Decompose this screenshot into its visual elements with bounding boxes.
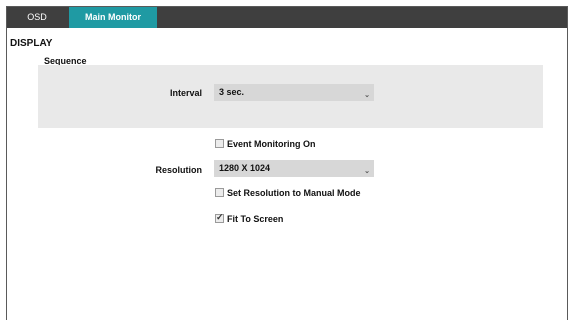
chevron-down-icon: ⌄: [364, 92, 370, 99]
interval-value: 3 sec.: [219, 87, 245, 97]
chevron-down-icon: ⌄: [364, 168, 370, 175]
manual-mode-checkbox[interactable]: [215, 188, 224, 197]
section-title-display: DISPLAY: [10, 38, 53, 49]
fit-to-screen-checkbox[interactable]: ✓: [215, 212, 224, 223]
tab-bar: OSD Main Monitor: [7, 7, 567, 28]
checkmark-icon: ✓: [216, 212, 224, 222]
fit-to-screen-row[interactable]: ✓ Fit To Screen: [215, 212, 284, 225]
manual-mode-row[interactable]: Set Resolution to Manual Mode: [215, 187, 361, 199]
tab-main-monitor[interactable]: Main Monitor: [69, 7, 157, 28]
event-monitoring-checkbox[interactable]: [215, 139, 224, 148]
event-monitoring-label: Event Monitoring On: [227, 139, 316, 149]
resolution-value: 1280 X 1024: [219, 163, 271, 173]
event-monitoring-row[interactable]: Event Monitoring On: [215, 138, 316, 150]
interval-label: Interval: [169, 88, 202, 98]
resolution-select[interactable]: 1280 X 1024 ⌄: [214, 160, 374, 177]
fit-to-screen-label: Fit To Screen: [227, 214, 284, 224]
resolution-label: Resolution: [155, 165, 203, 175]
manual-mode-label: Set Resolution to Manual Mode: [227, 188, 361, 198]
main-monitor-settings-window: OSD Main Monitor DISPLAY Sequence Interv…: [6, 6, 568, 320]
tab-osd[interactable]: OSD: [7, 7, 67, 28]
interval-select[interactable]: 3 sec. ⌄: [214, 84, 374, 101]
